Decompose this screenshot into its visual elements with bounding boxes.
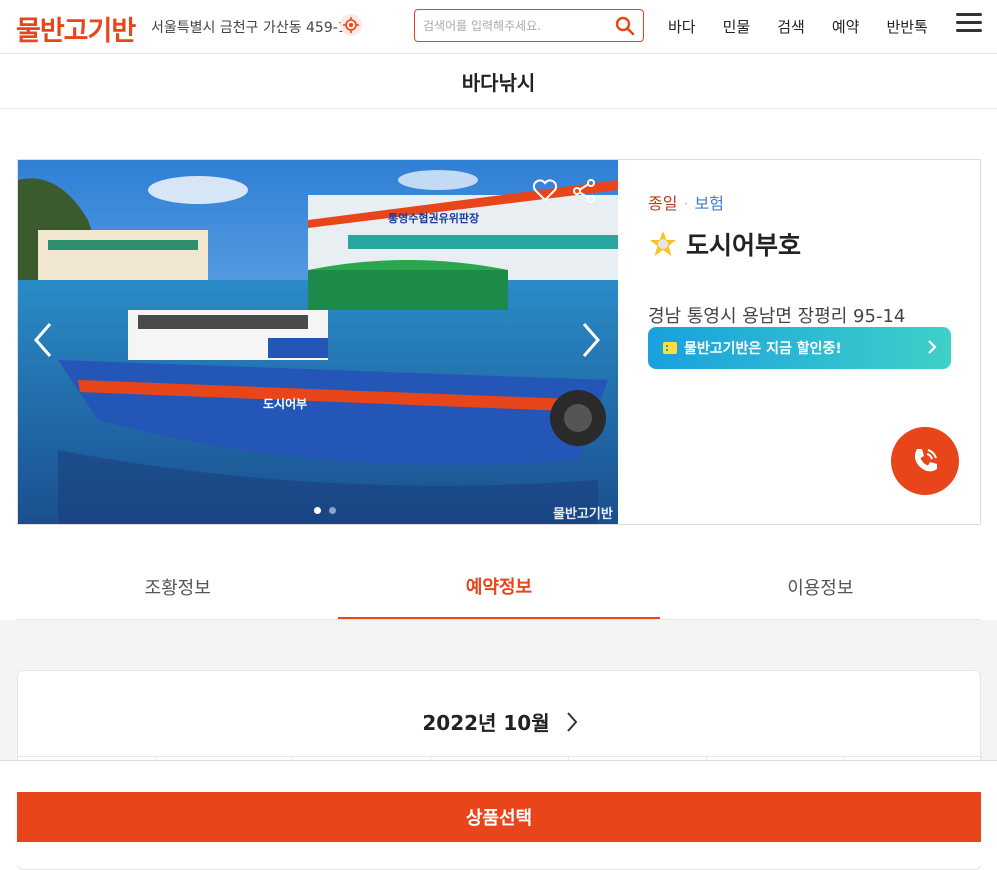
boat-name: 도시어부호 bbox=[686, 231, 802, 260]
slide-indicator bbox=[314, 507, 344, 514]
month-header: 2022년 10월 bbox=[18, 707, 982, 736]
nav-reservation[interactable]: 예약 bbox=[832, 16, 860, 37]
locate-icon[interactable] bbox=[340, 14, 362, 36]
listing-card: 통영수협권유위판장 도시어부 물반고기반 종일 · 보험 도시어부호 경남 통영… bbox=[17, 159, 981, 525]
chevron-right-icon bbox=[928, 340, 937, 354]
listing-info: 종일 · 보험 도시어부호 경남 통영시 용남면 장평리 95-14 물반고기반은 … bbox=[648, 190, 958, 369]
slide-dot-2[interactable] bbox=[329, 507, 336, 514]
nav-sea[interactable]: 바다 bbox=[668, 16, 696, 37]
watermark: 물반고기반 bbox=[553, 507, 613, 522]
tab-reservation-info[interactable]: 예약정보 bbox=[338, 555, 660, 619]
header: 물반고기반 서울특별시 금천구 가산동 459-11 바다 민물 검색 예약 반… bbox=[0, 0, 997, 54]
current-location: 서울특별시 금천구 가산동 459-11 bbox=[151, 20, 356, 36]
prev-slide-icon[interactable] bbox=[32, 320, 54, 360]
next-slide-icon[interactable] bbox=[580, 320, 602, 360]
discount-banner[interactable]: 물반고기반은 지금 할인중! bbox=[648, 327, 951, 369]
search-icon[interactable] bbox=[613, 14, 637, 38]
call-button[interactable] bbox=[891, 427, 959, 495]
favorite-icon[interactable] bbox=[532, 178, 558, 202]
tab-catch-report[interactable]: 조황정보 bbox=[17, 555, 338, 619]
building-sign: 통영수협권유위판장 bbox=[388, 211, 479, 225]
boat-address: 경남 통영시 용남면 장평리 95-14 bbox=[648, 306, 906, 327]
nav-search[interactable]: 검색 bbox=[777, 16, 805, 37]
boat-photo[interactable]: 통영수협권유위판장 도시어부 물반고기반 bbox=[18, 160, 618, 524]
listing-tags: 종일 · 보험 bbox=[648, 190, 958, 214]
share-icon[interactable] bbox=[571, 178, 597, 204]
search-box bbox=[414, 9, 644, 42]
main-nav: 바다 민물 검색 예약 반반톡 bbox=[668, 16, 955, 37]
boat-name-row: 도시어부호 bbox=[648, 226, 958, 262]
boat-label: 도시어부 bbox=[263, 396, 307, 411]
slide-dot-1[interactable] bbox=[314, 507, 321, 514]
phone-icon bbox=[914, 449, 937, 472]
tag-separator: · bbox=[683, 194, 689, 213]
month-label: 2022년 10월 bbox=[422, 711, 550, 735]
page-title: 바다낚시 bbox=[461, 71, 536, 95]
menu-icon[interactable] bbox=[956, 13, 982, 35]
next-month-icon[interactable] bbox=[566, 711, 578, 733]
coupon-icon bbox=[663, 342, 677, 354]
bottom-action-bar: 상품선택 bbox=[0, 760, 997, 866]
tag-insurance: 보험 bbox=[694, 194, 724, 213]
search-input[interactable] bbox=[423, 16, 613, 36]
logo[interactable]: 물반고기반 bbox=[16, 9, 136, 48]
tag-fullday: 종일 bbox=[648, 194, 678, 213]
discount-banner-label: 물반고기반은 지금 할인중! bbox=[684, 341, 842, 357]
tab-usage-info[interactable]: 이용정보 bbox=[660, 555, 981, 619]
nav-banbantalk[interactable]: 반반톡 bbox=[886, 16, 927, 37]
select-product-button[interactable]: 상품선택 bbox=[17, 792, 981, 842]
star-badge-icon bbox=[650, 231, 676, 256]
nav-freshwater[interactable]: 민물 bbox=[723, 16, 751, 37]
page-title-bar: 바다낚시 bbox=[0, 55, 997, 109]
info-tabs: 조황정보 예약정보 이용정보 bbox=[17, 555, 981, 620]
